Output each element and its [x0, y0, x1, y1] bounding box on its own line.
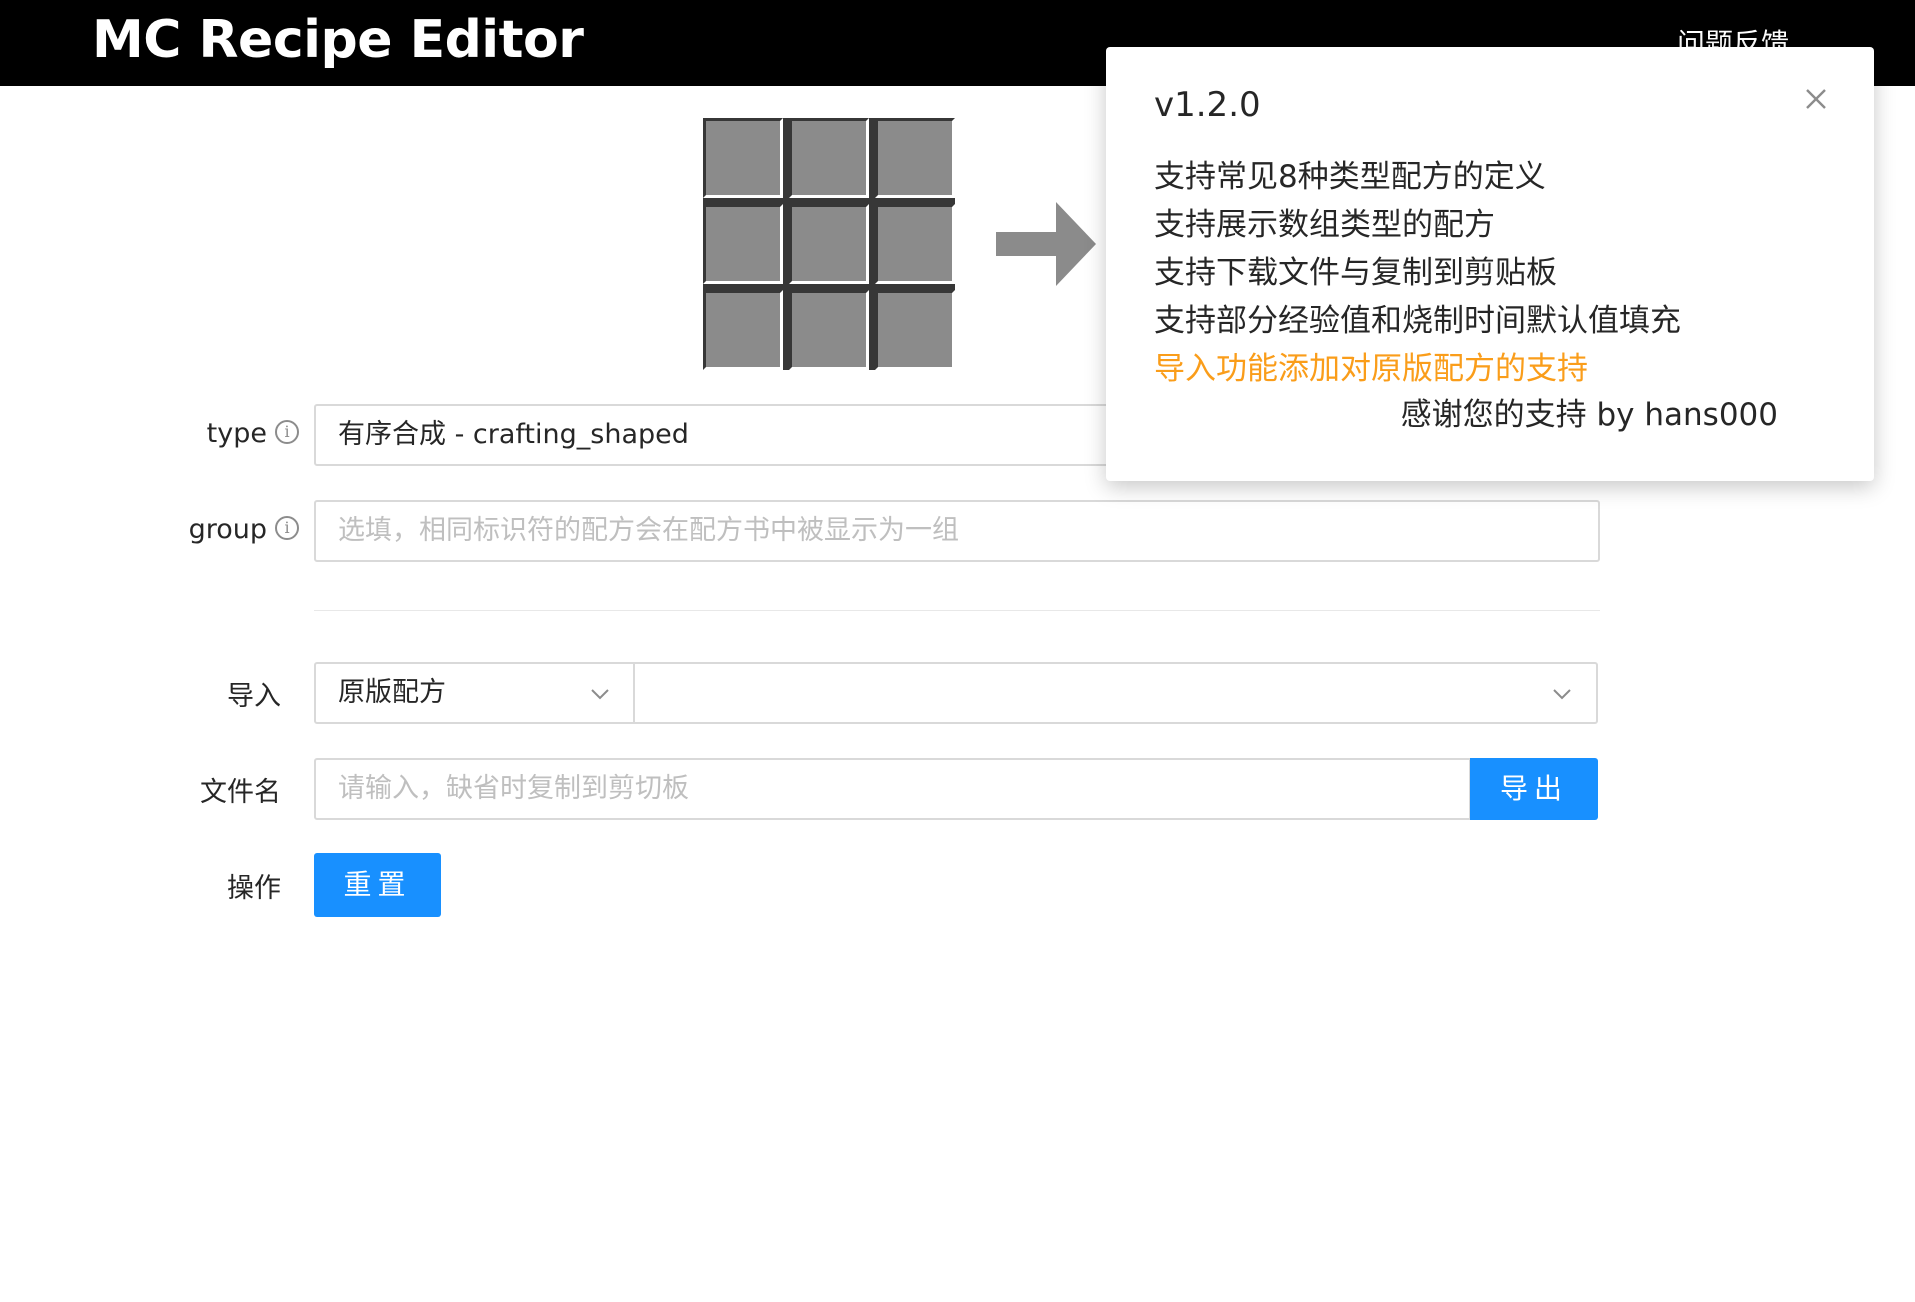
crafting-slot[interactable]: [789, 118, 869, 198]
group-input-placeholder: 选填，相同标识符的配方会在配方书中被显示为一组: [338, 515, 959, 546]
arrow-right-icon: [996, 202, 1096, 286]
crafting-slot[interactable]: [703, 118, 783, 198]
close-icon[interactable]: [1802, 85, 1830, 113]
notification-line: 支持常见8种类型配方的定义: [1154, 159, 1546, 195]
crafting-slot[interactable]: [875, 118, 955, 198]
type-select-value: 有序合成 - crafting_shaped: [338, 419, 689, 450]
crafting-slot[interactable]: [789, 204, 869, 284]
crafting-slot[interactable]: [703, 204, 783, 284]
import-label: 导入: [227, 681, 281, 712]
filename-input-placeholder: 请输入，缺省时复制到剪切板: [338, 773, 689, 804]
crafting-slot[interactable]: [875, 204, 955, 284]
app-title: MC Recipe Editor: [92, 10, 584, 70]
import-source-select[interactable]: 原版配方: [314, 662, 635, 724]
notification-line: 支持展示数组类型的配方: [1154, 207, 1495, 243]
chevron-down-icon: [591, 689, 609, 700]
crafting-slot[interactable]: [789, 290, 869, 370]
group-label: group i: [189, 514, 299, 545]
notification-title: v1.2.0: [1154, 85, 1261, 125]
notification-line-highlight: 导入功能添加对原版配方的支持: [1154, 351, 1588, 387]
import-recipe-select[interactable]: [633, 662, 1598, 724]
notification-line: 支持部分经验值和烧制时间默认值填充: [1154, 303, 1681, 339]
reset-button[interactable]: 重置: [314, 853, 441, 917]
actions-label: 操作: [227, 873, 281, 904]
filename-input[interactable]: 请输入，缺省时复制到剪切板: [314, 758, 1471, 820]
group-input[interactable]: 选填，相同标识符的配方会在配方书中被显示为一组: [314, 500, 1600, 562]
chevron-down-icon: [1553, 689, 1571, 700]
version-notification: v1.2.0 支持常见8种类型配方的定义 支持展示数组类型的配方 支持下载文件与…: [1106, 47, 1874, 481]
crafting-slot[interactable]: [703, 290, 783, 370]
crafting-grid: [703, 118, 955, 370]
notification-signature: 感谢您的支持 by hans000: [1400, 397, 1778, 433]
group-label-text: group: [188, 514, 267, 545]
info-circle-icon[interactable]: i: [275, 515, 299, 540]
info-circle-icon[interactable]: i: [275, 419, 299, 444]
notification-line: 支持下载文件与复制到剪贴板: [1154, 255, 1557, 291]
type-label-text: type: [206, 418, 267, 449]
export-button[interactable]: 导出: [1470, 758, 1598, 820]
form-divider: [314, 610, 1600, 611]
import-source-value: 原版配方: [338, 677, 446, 708]
crafting-slot[interactable]: [875, 290, 955, 370]
filename-label: 文件名: [200, 777, 281, 808]
type-label: type i: [207, 418, 299, 449]
